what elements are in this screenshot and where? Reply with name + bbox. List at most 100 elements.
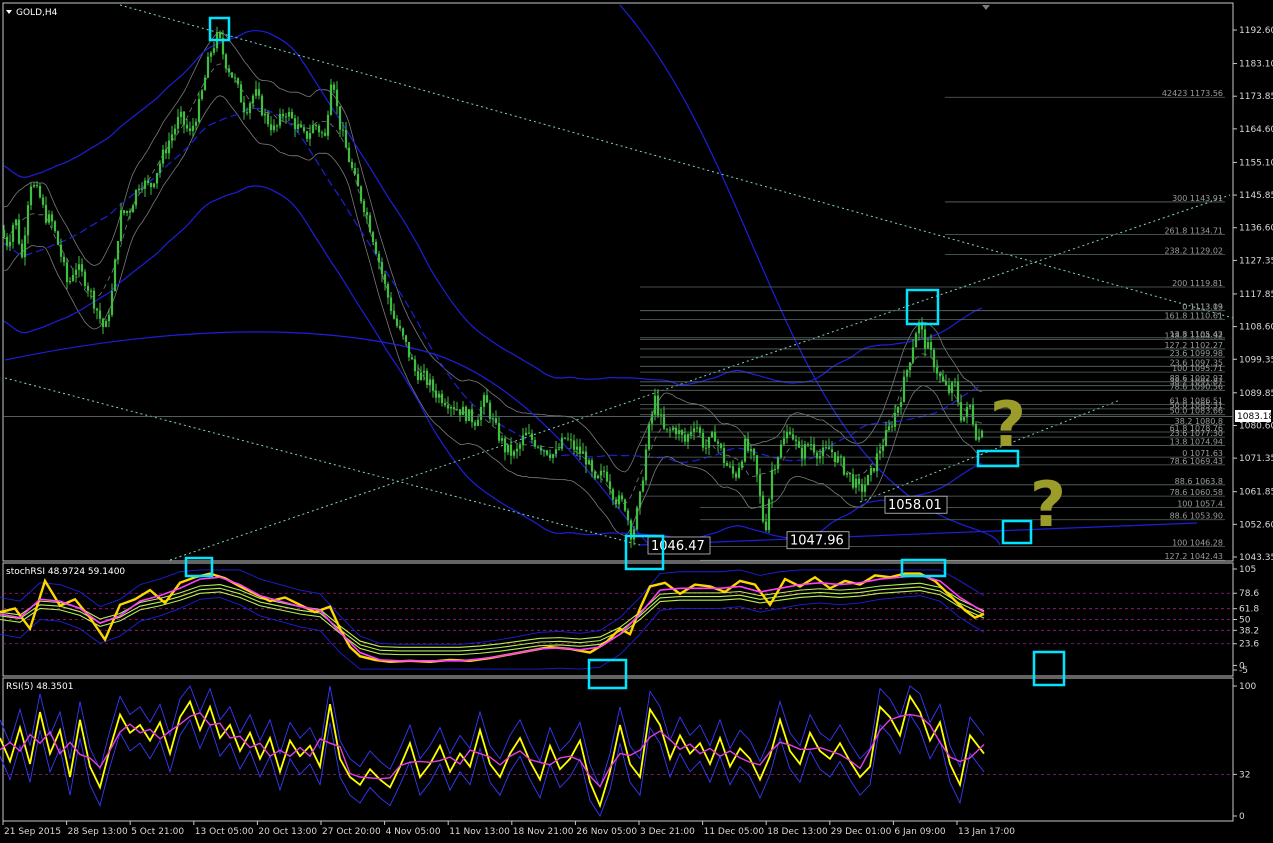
candle-body [914,333,918,348]
candle-body [173,128,177,135]
candle-body [899,402,903,407]
fib-level-label: 127.2 1042.43 [1164,552,1223,561]
candle-body [284,116,288,118]
candle-body [2,229,6,238]
candle-body [632,529,636,540]
candle-body [515,448,519,452]
candle-body [113,259,117,292]
candle-body [905,370,909,377]
candle-body [503,438,507,453]
fib-level-label: 78.6 1069.43 [1170,457,1223,466]
candle-body [608,481,612,490]
candle-body [191,125,195,131]
candle-body [656,395,660,416]
candle-body [929,342,933,350]
candle-body [761,495,765,522]
candle-body [587,460,591,465]
candle-body [593,471,597,479]
symbol-label: GOLD,H4 [16,8,58,18]
price-tick-label: 1108.60 [1239,323,1273,333]
candle-body [689,431,693,435]
candle-body [815,452,819,459]
candle-body [530,433,534,441]
price-tick-label: 1145.85 [1239,191,1273,201]
candle-body [812,444,816,453]
candle-body [269,124,273,131]
candle-body [926,342,930,349]
candle-body [182,111,186,125]
candle-body [122,210,126,213]
price-tick-label: 1136.60 [1239,224,1273,234]
candle-body [401,328,405,336]
candle-body [410,357,414,360]
candle-body [326,114,330,136]
stoch-tick-label: 38.2 [1239,626,1259,636]
candle-body [230,72,234,78]
stoch-tick-label: 78.6 [1239,589,1259,599]
candle-body [200,90,204,99]
candle-body [665,428,669,430]
candle-body [338,106,342,130]
candle-body [773,468,777,470]
candle-body [518,444,522,449]
candle-body [749,448,753,451]
candle-body [170,134,174,141]
candle-body [968,405,972,408]
time-tick-label: 13 Jan 17:00 [958,827,1015,837]
candle-body [782,438,786,445]
candle-body [23,235,27,258]
candle-body [842,457,846,475]
time-tick-label: 21 Sep 2015 [4,827,61,837]
candle-body [788,432,792,435]
candle-body [386,283,390,298]
candle-body [971,405,975,425]
candle-body [212,48,216,53]
candle-body [365,212,369,216]
fib-level-label: 300 1143.91 [1172,194,1223,203]
candle-body [566,438,570,440]
candle-body [392,310,396,319]
price-tick-label: 1099.35 [1239,355,1273,365]
candle-body [161,149,165,164]
candle-body [296,124,300,129]
candle-body [374,241,378,254]
candle-body [620,495,624,500]
candle-body [950,382,954,393]
fib-level-label: 13.8 1074.94 [1170,437,1223,446]
time-tick-label: 5 Oct 21:00 [131,827,184,837]
candle-body [461,406,465,416]
candle-body [116,241,120,260]
rsi-tick-label: 32 [1239,770,1250,780]
candle-body [848,472,852,475]
candle-body [143,180,147,189]
fib-level-label: 78.6 1060.58 [1170,488,1223,497]
stoch-tick-label: 105 [1239,565,1256,575]
fib-level-label: 88.6 1063.8 [1175,477,1223,486]
candle-body [938,373,942,377]
candle-body [38,185,42,198]
candle-body [155,172,159,184]
candle-body [734,473,738,478]
candle-body [68,280,72,282]
price-tick-label: 1183.10 [1239,60,1273,70]
candle-body [872,468,876,472]
candle-body [443,402,447,406]
candle-body [641,480,645,492]
current-price-label: 1083.18 [1237,412,1273,422]
candle-body [536,446,540,448]
price-tick-label: 1192.60 [1239,26,1273,36]
candle-body [464,406,468,421]
fib-level-label: 100 1046.28 [1172,539,1223,548]
candle-body [140,188,144,190]
time-tick-label: 11 Nov 13:00 [449,827,510,837]
chart-canvas[interactable]: GOLD,H4 stochRSI 48.9724 59.1400 RSI(5) … [0,0,1273,843]
candle-body [281,113,285,117]
candle-body [62,256,66,263]
candle-body [863,485,867,492]
candle-body [737,467,741,478]
candle-body [266,113,270,125]
price-tick-label: 1173.85 [1239,92,1273,102]
candle-body [299,124,303,128]
candle-body [437,393,441,398]
candle-body [260,95,264,116]
